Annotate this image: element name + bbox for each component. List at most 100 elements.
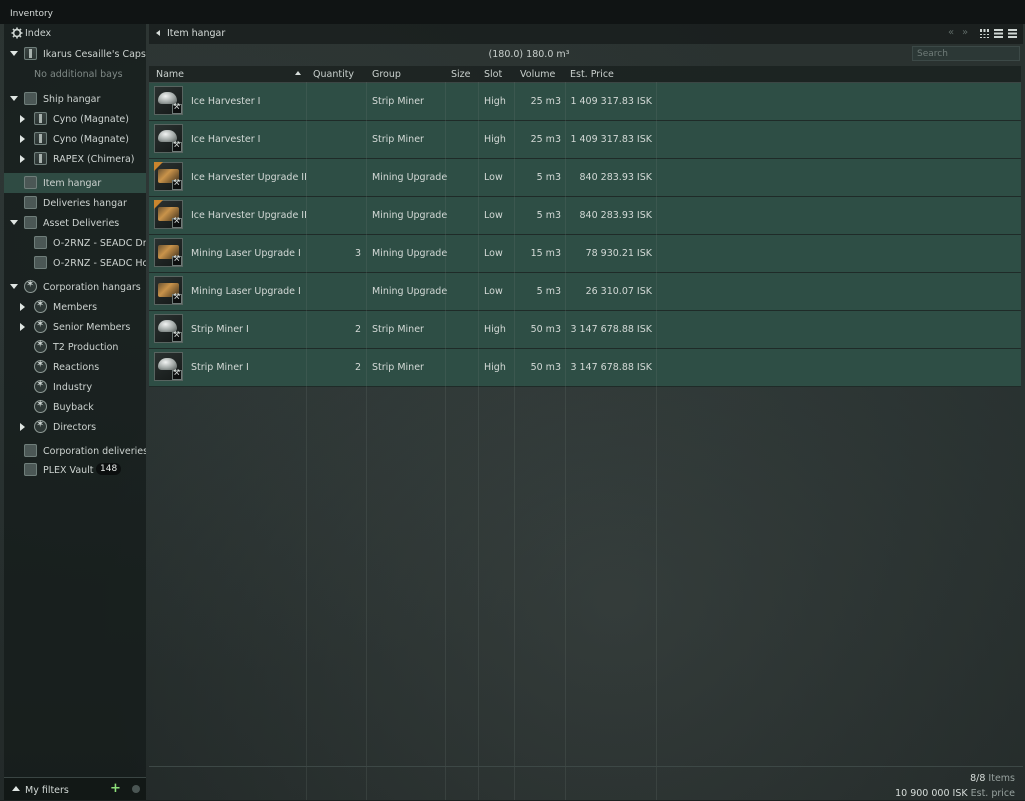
tree-node[interactable]: Industry bbox=[4, 377, 146, 397]
column-header[interactable]: Est. Price bbox=[570, 69, 614, 80]
chevron-right-icon[interactable] bbox=[20, 323, 25, 331]
details-view-icon[interactable] bbox=[994, 29, 1003, 38]
item-group: Strip Miner bbox=[372, 134, 424, 145]
back-arrow-icon[interactable] bbox=[156, 30, 160, 36]
item-price: 26 310.07 ISK bbox=[585, 286, 652, 297]
chevron-right-icon[interactable] bbox=[20, 423, 25, 431]
mining-upgrade-icon bbox=[154, 162, 183, 191]
tree-node[interactable]: Cyno (Magnate) bbox=[4, 109, 146, 129]
chevron-down-icon[interactable] bbox=[10, 220, 18, 225]
search-input[interactable] bbox=[912, 46, 1020, 61]
chevron-down-icon[interactable] bbox=[10, 96, 18, 101]
item-group: Mining Upgrade bbox=[372, 210, 448, 221]
add-filter-icon[interactable]: + bbox=[110, 781, 121, 796]
tree-node-label: Directors bbox=[53, 422, 97, 433]
column-header[interactable]: Quantity bbox=[313, 69, 354, 80]
column-divider bbox=[565, 82, 566, 800]
sidebar: Index Ikarus Cesaille's Capsule No additi… bbox=[4, 24, 146, 800]
table-row[interactable]: Mining Laser Upgrade I3Mining UpgradeLow… bbox=[149, 235, 1021, 273]
column-header[interactable]: Size bbox=[451, 69, 471, 80]
window-title: Inventory bbox=[10, 9, 53, 19]
table-row[interactable]: Mining Laser Upgrade IMining UpgradeLow5… bbox=[149, 273, 1021, 311]
item-price: 78 930.21 ISK bbox=[585, 248, 652, 259]
tree-node[interactable]: O-2RNZ - SEADC Ho bbox=[4, 253, 146, 273]
tree-node-label: Industry bbox=[53, 382, 93, 393]
item-volume: 5 m3 bbox=[536, 172, 561, 183]
table-row[interactable]: Ice Harvester Upgrade IIMining UpgradeLo… bbox=[149, 159, 1021, 197]
tree-node[interactable]: T2 Production bbox=[4, 337, 146, 357]
tree-node[interactable]: Deliveries hangar bbox=[4, 193, 146, 213]
corp-division-icon bbox=[34, 319, 47, 333]
icon-view-icon[interactable] bbox=[980, 29, 989, 38]
column-divider bbox=[514, 82, 515, 800]
column-header[interactable]: Volume bbox=[520, 69, 555, 80]
item-name: Strip Miner I bbox=[191, 324, 249, 335]
tree-node[interactable]: Corporation deliveries bbox=[4, 441, 146, 461]
tree-node-label: Reactions bbox=[53, 362, 100, 373]
item-volume: 5 m3 bbox=[536, 210, 561, 221]
tree-node[interactable]: RAPEX (Chimera) bbox=[4, 149, 146, 169]
tree-node[interactable]: Senior Members bbox=[4, 317, 146, 337]
tree-node[interactable]: Reactions bbox=[4, 357, 146, 377]
double-chevron-left-icon[interactable]: « bbox=[948, 27, 954, 38]
index-header[interactable]: Index bbox=[4, 24, 146, 42]
ship-icon bbox=[34, 152, 47, 165]
double-chevron-right-icon[interactable]: » bbox=[962, 27, 968, 38]
table-row[interactable]: Ice Harvester IStrip MinerHigh25 m31 409… bbox=[149, 83, 1021, 121]
deliveries-icon bbox=[24, 196, 37, 209]
chevron-down-icon[interactable] bbox=[10, 284, 18, 289]
chevron-right-icon[interactable] bbox=[20, 115, 25, 123]
item-price: 840 283.93 ISK bbox=[579, 172, 652, 183]
sort-ascending-icon[interactable] bbox=[295, 71, 301, 75]
corp-deliveries-icon bbox=[24, 444, 37, 457]
window-titlebar[interactable]: Inventory bbox=[0, 0, 1025, 24]
chevron-right-icon[interactable] bbox=[20, 155, 25, 163]
item-price: 1 409 317.83 ISK bbox=[570, 134, 652, 145]
corp-division-icon bbox=[34, 379, 47, 393]
table-row[interactable]: Strip Miner I2Strip MinerHigh50 m33 147 … bbox=[149, 311, 1021, 349]
strip-miner-icon bbox=[154, 352, 183, 381]
chevron-up-icon[interactable] bbox=[12, 786, 20, 791]
list-view-icon[interactable] bbox=[1008, 29, 1017, 38]
tree-node[interactable]: Item hangar bbox=[4, 173, 146, 193]
tree-node[interactable]: O-2RNZ - SEADC Dri bbox=[4, 233, 146, 253]
item-price: 1 409 317.83 ISK bbox=[570, 96, 652, 107]
panel-title: Item hangar bbox=[167, 28, 226, 39]
tree-node[interactable]: Ship hangar bbox=[4, 89, 146, 109]
structure-icon bbox=[34, 256, 47, 269]
table-row[interactable]: Ice Harvester Upgrade IIMining UpgradeLo… bbox=[149, 197, 1021, 235]
tree-node[interactable]: Directors bbox=[4, 417, 146, 437]
tree-node[interactable]: No additional bays bbox=[4, 64, 146, 84]
gear-icon[interactable] bbox=[11, 27, 23, 39]
tree-node[interactable]: Corporation hangars bbox=[4, 277, 146, 297]
my-filters-bar[interactable]: My filters + bbox=[4, 777, 146, 800]
chevron-right-icon[interactable] bbox=[20, 303, 25, 311]
column-header[interactable]: Group bbox=[372, 69, 401, 80]
table-row[interactable]: Strip Miner I2Strip MinerHigh50 m33 147 … bbox=[149, 349, 1021, 387]
corp-division-icon bbox=[34, 359, 47, 373]
tree-node[interactable]: Members bbox=[4, 297, 146, 317]
tree-node[interactable]: Asset Deliveries bbox=[4, 213, 146, 233]
tree-node-label: PLEX Vault bbox=[43, 465, 94, 476]
item-price: 3 147 678.88 ISK bbox=[570, 362, 652, 373]
tree-node-label: Ship hangar bbox=[43, 94, 101, 105]
tree-node[interactable]: Ikarus Cesaille's Capsule bbox=[4, 44, 146, 64]
item-group: Mining Upgrade bbox=[372, 248, 448, 259]
filter-toggle-icon[interactable] bbox=[132, 785, 140, 793]
corp-hangar-icon bbox=[24, 279, 37, 293]
tree-node[interactable]: Cyno (Magnate) bbox=[4, 129, 146, 149]
tree-node[interactable]: PLEX Vault 148 bbox=[4, 460, 146, 480]
chevron-right-icon[interactable] bbox=[20, 135, 25, 143]
item-name: Ice Harvester Upgrade II bbox=[191, 172, 307, 183]
item-volume: 50 m3 bbox=[530, 362, 561, 373]
column-header[interactable]: Name bbox=[156, 69, 184, 80]
item-volume: 5 m3 bbox=[536, 286, 561, 297]
table-row[interactable]: Ice Harvester IStrip MinerHigh25 m31 409… bbox=[149, 121, 1021, 159]
item-name: Ice Harvester I bbox=[191, 134, 261, 145]
column-header[interactable]: Slot bbox=[484, 69, 502, 80]
item-group: Mining Upgrade bbox=[372, 172, 448, 183]
ship-icon bbox=[34, 132, 47, 145]
chevron-down-icon[interactable] bbox=[10, 51, 18, 56]
item-count-value: 8/8 bbox=[970, 773, 986, 784]
tree-node[interactable]: Buyback bbox=[4, 397, 146, 417]
